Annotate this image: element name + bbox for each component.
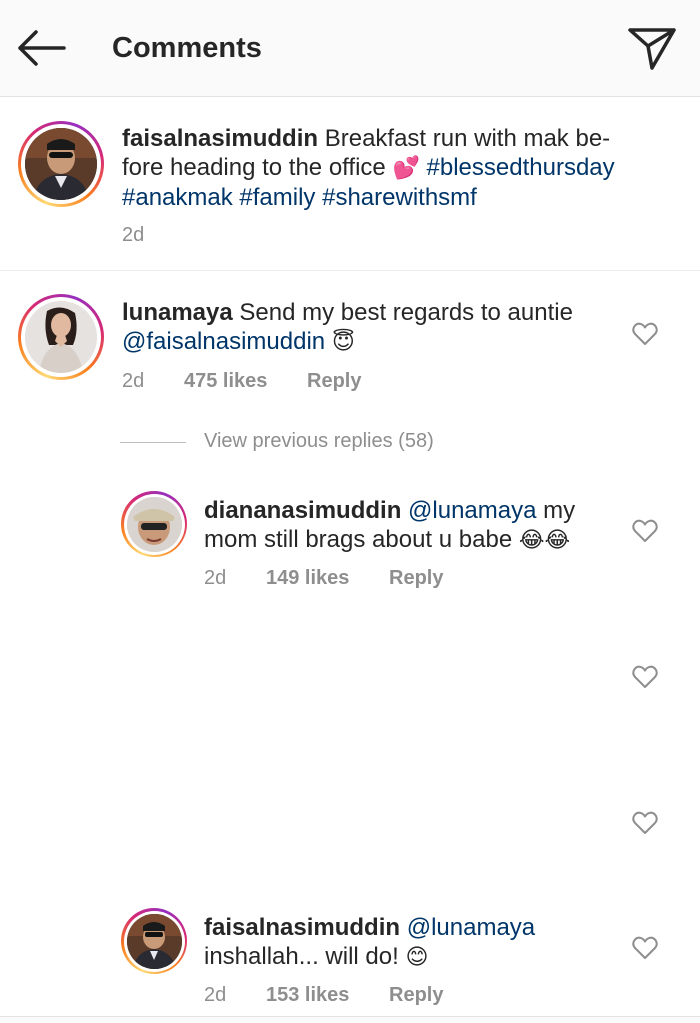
comment-avatar[interactable] <box>18 294 104 380</box>
avatar-photo <box>126 913 182 969</box>
reply-body: my <box>543 497 576 524</box>
smiling-emoji: 😊 <box>405 945 429 970</box>
comment-text: lunamaya Send my best regards to auntie … <box>122 298 622 357</box>
comment-meta: 2d 475 likes Reply <box>122 370 422 394</box>
caption-text-line1: Breakfast run with mak be- <box>324 125 611 152</box>
comment-username[interactable]: lunamaya <box>122 299 233 326</box>
comment-time: 2d <box>122 370 145 392</box>
view-previous-label: View previous replies (58) <box>204 430 434 452</box>
caption-avatar[interactable] <box>18 121 104 207</box>
heart-icon <box>632 936 658 959</box>
caption-time: 2d <box>122 224 145 246</box>
reply-likes[interactable]: 149 likes <box>266 567 349 590</box>
divider <box>0 270 700 271</box>
hashtag-link[interactable]: #blessedthursday <box>427 154 615 181</box>
like-button[interactable] <box>632 519 658 543</box>
heart-emoji: 💕 <box>392 156 420 181</box>
reply-body: inshallah... will do! <box>204 943 399 970</box>
caption-username[interactable]: faisalnasimuddin <box>122 125 318 152</box>
heart-icon <box>632 322 658 345</box>
comment-body: Send my best regards to auntie <box>239 299 573 326</box>
reply-likes[interactable]: 153 likes <box>266 984 349 1007</box>
like-button[interactable] <box>632 936 658 960</box>
arrow-left-icon <box>18 30 66 66</box>
reply-body: mom still brags about u babe <box>204 526 513 553</box>
reply-avatar[interactable] <box>121 491 187 557</box>
reply-avatar[interactable] <box>121 908 187 974</box>
laughing-emoji: 😂😂 <box>518 528 571 553</box>
mention-link[interactable]: @lunamaya <box>407 914 535 941</box>
hashtag-link[interactable]: #family <box>239 184 315 211</box>
avatar-photo <box>126 496 182 552</box>
reply-username[interactable]: diananasimuddin <box>204 497 401 524</box>
reply-username[interactable]: faisalnasimuddin <box>204 914 400 941</box>
mention-link[interactable]: @lunamaya <box>408 497 536 524</box>
back-button[interactable] <box>14 28 68 68</box>
reply-meta: 2d 149 likes Reply <box>204 567 504 591</box>
reply-button[interactable]: Reply <box>389 984 443 1007</box>
thread-line <box>120 442 186 443</box>
reply-text: faisalnasimuddin @lunamaya inshallah... … <box>204 913 624 972</box>
bottom-divider <box>0 1016 700 1023</box>
reply-meta: 2d 153 likes Reply <box>204 984 504 1008</box>
view-previous-replies[interactable]: View previous replies (58) <box>120 430 480 460</box>
top-bar: Comments <box>0 0 700 97</box>
like-button[interactable] <box>632 665 658 689</box>
heart-icon <box>632 665 658 688</box>
reply-text: diananasimuddin @lunamaya my mom still b… <box>204 496 624 555</box>
heart-icon <box>632 811 658 834</box>
reply-button[interactable]: Reply <box>307 370 361 393</box>
heart-icon <box>632 519 658 542</box>
mention-link[interactable]: @faisalnasimuddin <box>122 328 325 355</box>
avatar-photo <box>25 301 97 373</box>
halo-emoji: 😇 <box>331 330 355 355</box>
page-title: Comments <box>112 32 262 64</box>
caption-text-line2: fore heading to the office <box>122 154 386 181</box>
avatar-photo <box>25 128 97 200</box>
share-button[interactable] <box>626 26 678 72</box>
like-button[interactable] <box>632 322 658 346</box>
like-button[interactable] <box>632 811 658 835</box>
reply-time: 2d <box>204 984 227 1006</box>
hashtag-link[interactable]: #sharewithsmf <box>322 184 477 211</box>
paper-plane-icon <box>628 28 676 70</box>
hashtag-link[interactable]: #anakmak <box>122 184 233 211</box>
caption-text: faisalnasimuddin Breakfast run with mak … <box>122 124 682 212</box>
comment-likes[interactable]: 475 likes <box>184 370 267 393</box>
reply-time: 2d <box>204 567 227 589</box>
reply-button[interactable]: Reply <box>389 567 443 590</box>
